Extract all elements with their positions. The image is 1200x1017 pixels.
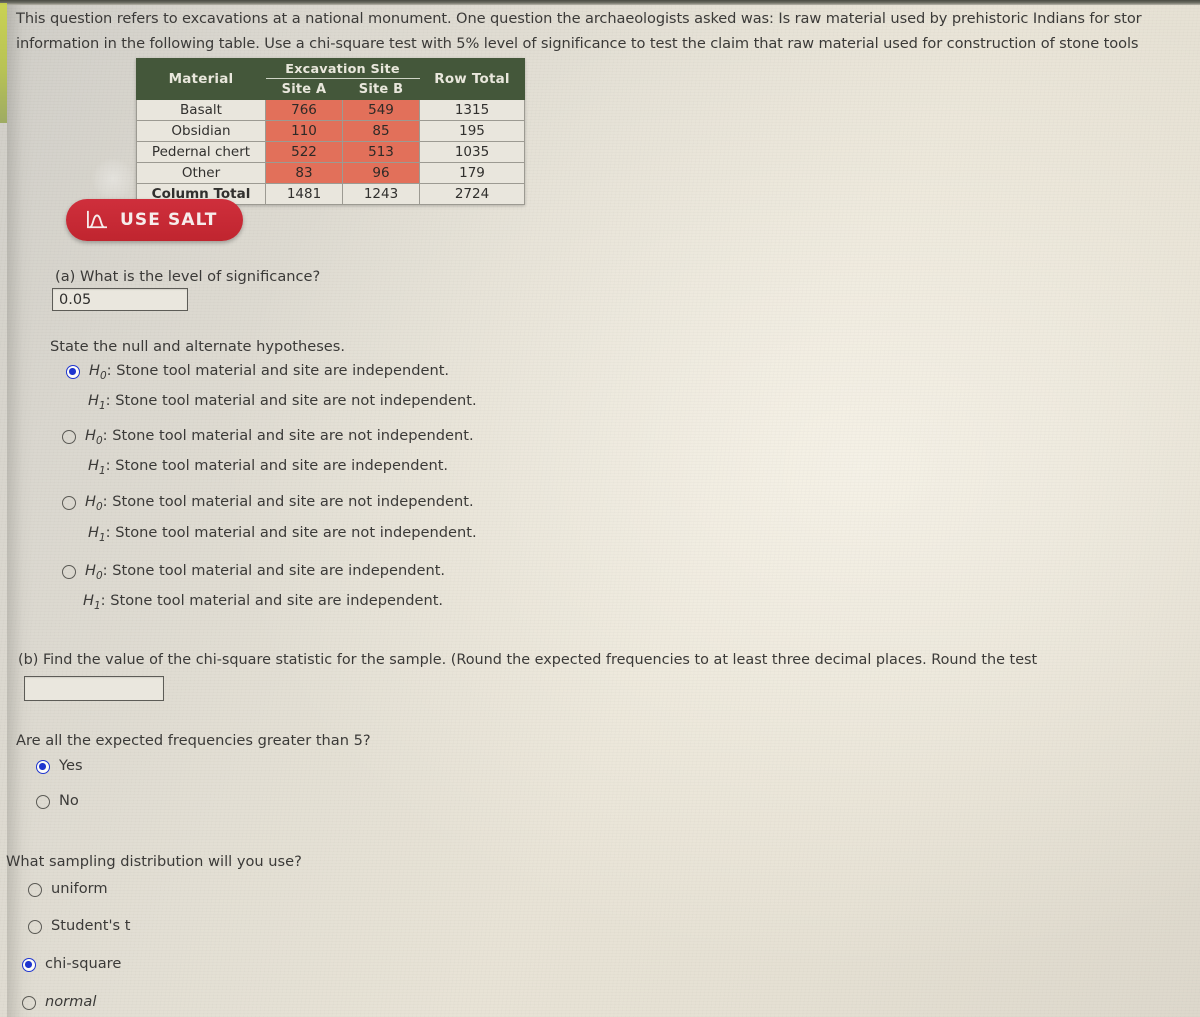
question-intro-text: This question refers to excavations at a… (16, 6, 1200, 56)
cell-row-total: 179 (419, 162, 525, 184)
chi-square-statistic-input[interactable] (24, 676, 164, 701)
sampling-distribution-label: chi-square (45, 955, 122, 972)
table-header-excavation-site: Excavation Site (265, 58, 420, 79)
cell-site-a: 83 (265, 162, 343, 184)
cell-site-b: 96 (342, 162, 420, 184)
cell-row-total: 1035 (419, 141, 525, 163)
table-row: Basalt 766 549 1315 (136, 99, 525, 121)
hypothesis-option-2[interactable]: H0: Stone tool material and site are not… (62, 427, 474, 447)
table-header-row-total: Row Total (419, 58, 525, 100)
sampling-distribution-option-uniform[interactable]: uniform (28, 880, 108, 897)
cell-material: Basalt (136, 99, 266, 121)
sampling-distribution-question: What sampling distribution will you use? (6, 853, 302, 870)
radio-button[interactable] (22, 958, 36, 972)
cell-row-total: 1315 (419, 99, 525, 121)
expected-freq-label-no: No (59, 792, 79, 809)
table-header-site-a: Site A (265, 78, 343, 100)
table-header-site-b: Site B (342, 78, 420, 100)
hypothesis-alt-text-1: H1: Stone tool material and site are not… (88, 392, 477, 412)
hypothesis-null-text: H0: Stone tool material and site are not… (85, 493, 474, 513)
cell-grand-total: 2724 (419, 183, 525, 205)
hypothesis-option-1[interactable]: H0: Stone tool material and site are ind… (66, 362, 449, 382)
expected-freq-option-yes[interactable]: Yes (36, 757, 83, 774)
intro-line-1: This question refers to excavations at a… (16, 10, 1142, 27)
table-row: Pedernal chert 522 513 1035 (136, 141, 525, 163)
expected-frequencies-question: Are all the expected frequencies greater… (16, 732, 371, 749)
part-a-question: (a) What is the level of significance? (55, 268, 321, 285)
radio-button[interactable] (62, 565, 76, 579)
hypotheses-prompt: State the null and alternate hypotheses. (50, 338, 346, 355)
sampling-distribution-option-normal[interactable]: normal (22, 993, 96, 1010)
hypothesis-alt-text-2: H1: Stone tool material and site are ind… (88, 457, 449, 477)
cell-material: Obsidian (136, 120, 266, 142)
radio-button[interactable] (28, 920, 42, 934)
part-b-question: (b) Find the value of the chi-square sta… (18, 652, 1038, 668)
sampling-distribution-label: normal (45, 993, 97, 1010)
hypothesis-alt-text-4: H1: Stone tool material and site are ind… (83, 592, 444, 612)
use-salt-label: USE SALT (120, 210, 218, 230)
hypothesis-null-text: H0: Stone tool material and site are ind… (85, 562, 446, 582)
sampling-distribution-option-students-t[interactable]: Student's t (28, 917, 130, 934)
sampling-distribution-label: Student's t (51, 917, 131, 934)
cell-column-total-site-a: 1481 (265, 183, 343, 205)
excavation-data-table: Material Excavation Site Row Total Site … (136, 58, 525, 205)
expected-freq-option-no[interactable]: No (36, 792, 79, 809)
sampling-distribution-option-chi-square[interactable]: chi-square (22, 955, 121, 972)
table-row: Other 83 96 179 (136, 162, 525, 184)
radio-button[interactable] (62, 430, 76, 444)
intro-line-2: information in the following table. Use … (16, 35, 1139, 52)
cell-site-a: 766 (265, 99, 343, 121)
hypothesis-option-4[interactable]: H0: Stone tool material and site are ind… (62, 562, 445, 582)
cell-material: Pedernal chert (136, 141, 266, 163)
radio-button[interactable] (36, 760, 50, 774)
cell-site-b: 549 (342, 99, 420, 121)
level-of-significance-input[interactable] (52, 288, 188, 311)
use-salt-button[interactable]: USE SALT (66, 199, 244, 241)
cell-column-total-site-b: 1243 (342, 183, 420, 205)
cell-site-b: 85 (342, 120, 420, 142)
hypothesis-null-text: H0: Stone tool material and site are not… (85, 427, 474, 447)
sampling-distribution-label: uniform (51, 880, 108, 897)
radio-button[interactable] (28, 883, 42, 897)
hypothesis-option-3[interactable]: H0: Stone tool material and site are not… (62, 493, 474, 513)
radio-button[interactable] (36, 795, 50, 809)
cell-site-b: 513 (342, 141, 420, 163)
radio-button[interactable] (66, 365, 80, 379)
radio-button[interactable] (22, 996, 36, 1010)
radio-button[interactable] (62, 496, 76, 510)
cell-site-a: 110 (265, 120, 343, 142)
hypothesis-null-text: H0: Stone tool material and site are ind… (89, 362, 450, 382)
normal-curve-icon (87, 210, 107, 229)
cell-site-a: 522 (265, 141, 343, 163)
expected-freq-label-yes: Yes (59, 757, 83, 774)
table-row: Obsidian 110 85 195 (136, 120, 525, 142)
cell-material: Other (136, 162, 266, 184)
hypothesis-alt-text-3: H1: Stone tool material and site are not… (88, 524, 477, 544)
cell-row-total: 195 (419, 120, 525, 142)
table-header-material: Material (136, 58, 266, 100)
